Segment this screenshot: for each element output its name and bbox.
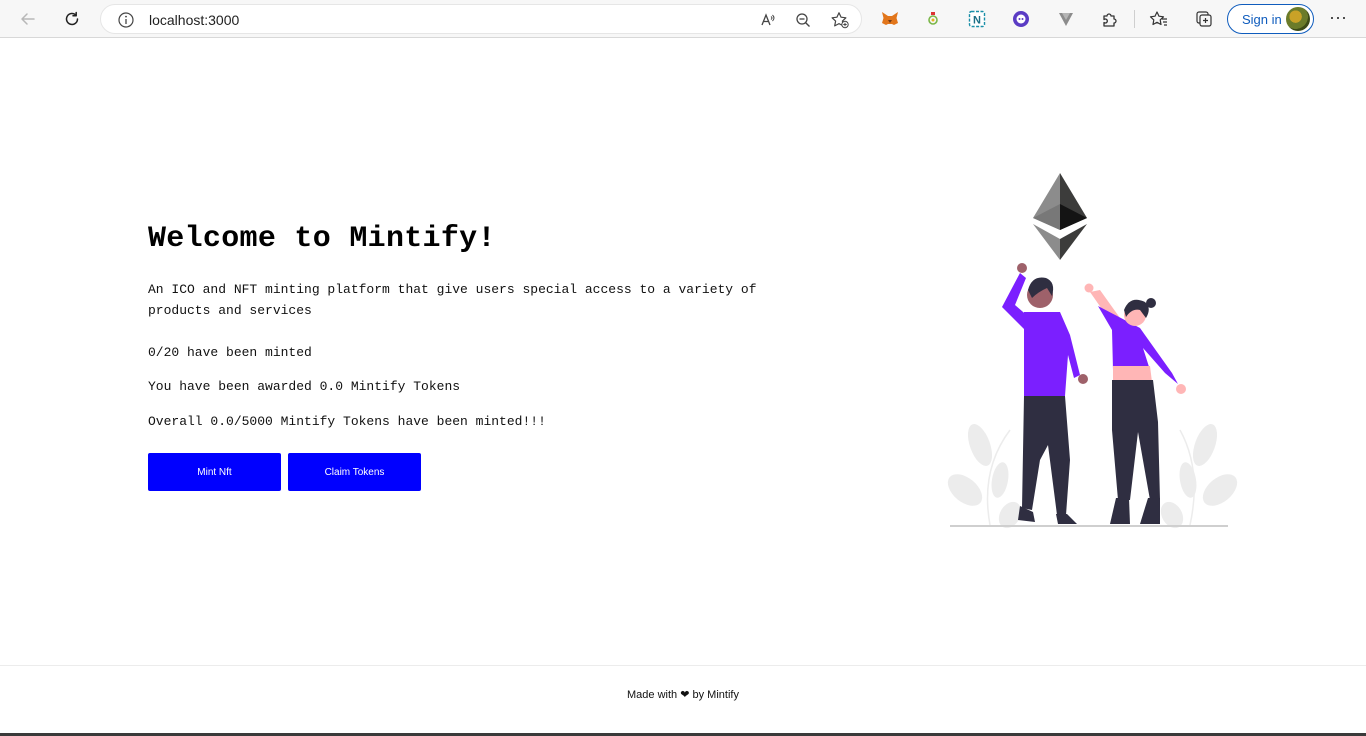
vee-icon[interactable] (1055, 8, 1077, 30)
footer-suffix: by Mintify (692, 689, 739, 701)
reload-button[interactable] (58, 5, 86, 33)
info-icon[interactable] (117, 11, 135, 29)
page-title: Welcome to Mintify! (148, 222, 496, 256)
sign-in-button[interactable]: Sign in (1227, 4, 1314, 34)
man-figure (1002, 263, 1088, 524)
add-favorite-icon[interactable] (830, 11, 850, 29)
reload-icon (65, 11, 79, 26)
mint-nft-button[interactable]: Mint Nft (148, 453, 281, 491)
svg-text:N: N (973, 15, 981, 27)
address-bar[interactable]: localhost:3000 (100, 4, 862, 34)
url-text[interactable]: localhost:3000 (149, 12, 239, 28)
zoom-out-icon[interactable] (794, 11, 812, 29)
toolbar-divider (1134, 10, 1135, 28)
minted-status: 0/20 have been minted (148, 345, 312, 360)
foliage-decoration (947, 424, 1238, 529)
more-icon[interactable]: ··· (1326, 8, 1350, 30)
ethereum-icon (1033, 173, 1087, 260)
awarded-status: You have been awarded 0.0 Mintify Tokens (148, 379, 461, 394)
metamask-icon[interactable] (879, 8, 901, 30)
celebration-illustration (947, 173, 1238, 529)
read-aloud-icon[interactable] (759, 11, 777, 29)
woman-figure (1084, 283, 1186, 524)
back-button[interactable] (14, 5, 42, 33)
heart-icon: ❤ (680, 689, 690, 701)
claim-tokens-button[interactable]: Claim Tokens (288, 453, 421, 491)
arrow-left-icon (21, 13, 35, 25)
footer-prefix: Made with (627, 689, 678, 701)
hero-description: An ICO and NFT minting platform that giv… (148, 282, 757, 318)
footer: Made with ❤ by Mintify (0, 688, 1366, 701)
footer-divider (0, 665, 1366, 666)
collections-icon[interactable] (1193, 8, 1215, 30)
overall-status: Overall 0.0/5000 Mintify Tokens have bee… (148, 414, 546, 429)
extension-purple-icon[interactable] (1010, 8, 1032, 30)
avatar (1286, 7, 1310, 31)
favorites-icon[interactable] (1148, 8, 1170, 30)
extension-icon[interactable] (922, 8, 944, 30)
notion-icon[interactable]: N (966, 8, 988, 30)
browser-toolbar: localhost:3000 N Sign in ··· (0, 0, 1366, 38)
sign-in-label: Sign in (1242, 12, 1282, 27)
puzzle-icon[interactable] (1099, 8, 1121, 30)
